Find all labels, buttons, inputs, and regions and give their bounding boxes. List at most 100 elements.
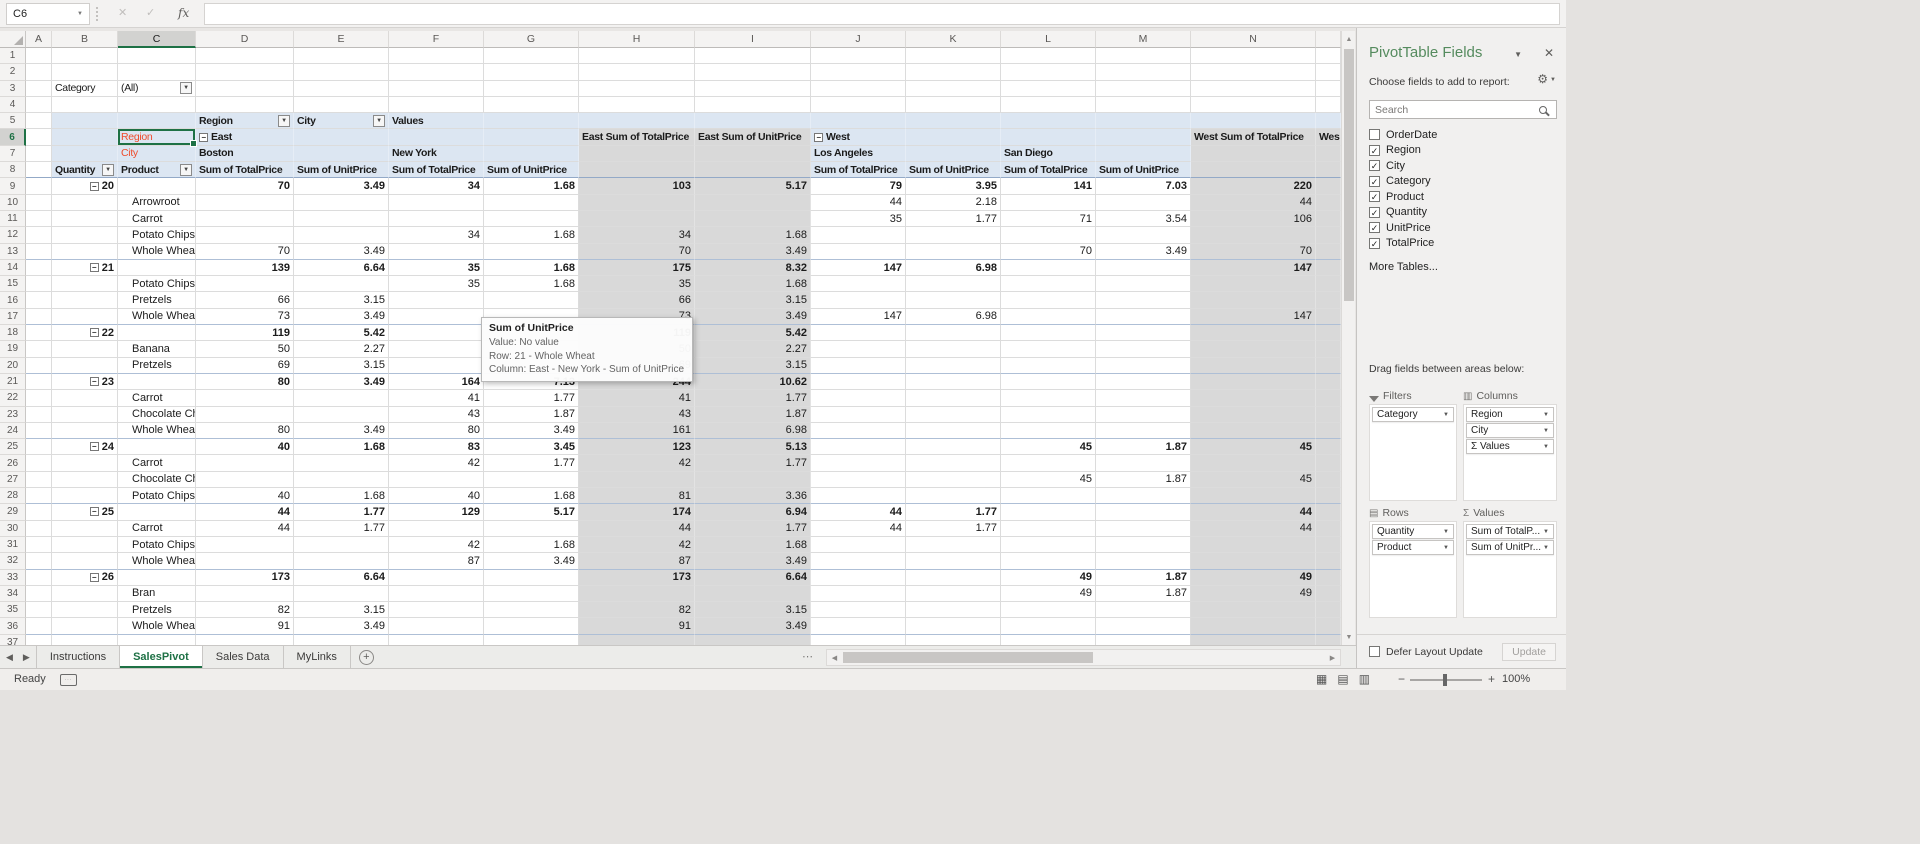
sheet-tab-sales-data[interactable]: Sales Data xyxy=(203,646,284,668)
cell-D36[interactable]: 91 xyxy=(196,618,294,635)
cell-K34[interactable] xyxy=(906,585,1001,603)
cell-L8[interactable]: Sum of TotalPrice xyxy=(1001,162,1096,179)
cell-K32[interactable] xyxy=(906,553,1001,570)
cell-K18[interactable] xyxy=(906,325,1001,342)
cell-L15[interactable] xyxy=(1001,276,1096,293)
cell-I30[interactable]: 1.77 xyxy=(695,520,811,537)
cell-N34[interactable]: 49 xyxy=(1191,585,1316,603)
cell-I9[interactable]: 5.17 xyxy=(695,178,811,195)
cell-A2[interactable] xyxy=(26,64,52,81)
cell-H28[interactable]: 81 xyxy=(579,488,695,505)
cell-E26[interactable] xyxy=(294,455,389,472)
cell-L37[interactable] xyxy=(1001,634,1096,645)
cell-C16[interactable]: Pretzels xyxy=(118,292,196,309)
cell-A19[interactable] xyxy=(26,341,52,358)
cell-L16[interactable] xyxy=(1001,292,1096,309)
scroll-down-icon[interactable]: ▼ xyxy=(1342,629,1356,645)
cell-B30[interactable] xyxy=(52,520,118,537)
cell-D1[interactable] xyxy=(196,48,294,65)
cell-O12[interactable] xyxy=(1316,227,1341,244)
field-item-UnitPrice[interactable]: UnitPrice xyxy=(1369,220,1557,236)
cell-H10[interactable] xyxy=(579,194,695,211)
cell-N9[interactable]: 220 xyxy=(1191,178,1316,195)
row-header-3[interactable]: 3 xyxy=(0,80,26,97)
cell-E1[interactable] xyxy=(294,48,389,65)
cell-D32[interactable] xyxy=(196,553,294,570)
cell-I16[interactable]: 3.15 xyxy=(695,292,811,309)
values-well[interactable]: Sum of TotalP... ▼ Sum of UnitPr... ▼ xyxy=(1463,521,1557,618)
cell-B25[interactable]: −24 xyxy=(52,439,118,456)
cell-O16[interactable] xyxy=(1316,292,1341,309)
cell-C25[interactable] xyxy=(118,439,196,456)
cell-N29[interactable]: 44 xyxy=(1191,504,1316,521)
cell-J36[interactable] xyxy=(811,618,906,635)
cell-D23[interactable] xyxy=(196,406,294,423)
cell-O29[interactable] xyxy=(1316,504,1341,521)
cell-M17[interactable] xyxy=(1096,308,1191,326)
cell-B19[interactable] xyxy=(52,341,118,358)
cell-A16[interactable] xyxy=(26,292,52,309)
cell-C15[interactable]: Potato Chips xyxy=(118,276,196,293)
cell-N11[interactable]: 106 xyxy=(1191,210,1316,228)
cell-N24[interactable] xyxy=(1191,422,1316,440)
cell-M9[interactable]: 7.03 xyxy=(1096,178,1191,195)
cell-B1[interactable] xyxy=(52,48,118,65)
row-header-37[interactable]: 37 xyxy=(0,634,26,645)
cell-I3[interactable] xyxy=(695,80,811,97)
cell-B32[interactable] xyxy=(52,553,118,570)
cell-N37[interactable] xyxy=(1191,634,1316,645)
cell-D16[interactable]: 66 xyxy=(196,292,294,309)
row-header-22[interactable]: 22 xyxy=(0,390,26,407)
cell-D18[interactable]: 119 xyxy=(196,325,294,342)
cell-O18[interactable] xyxy=(1316,325,1341,342)
chevron-down-icon[interactable]: ▼ xyxy=(1443,412,1449,418)
cell-I11[interactable] xyxy=(695,210,811,228)
cell-O31[interactable] xyxy=(1316,536,1341,554)
cell-O15[interactable] xyxy=(1316,276,1341,293)
cell-L6[interactable] xyxy=(1001,129,1096,146)
cell-C3[interactable]: (All) ▼ xyxy=(118,80,196,97)
cell-D31[interactable] xyxy=(196,536,294,554)
cell-O23[interactable] xyxy=(1316,406,1341,423)
cell-I35[interactable]: 3.15 xyxy=(695,602,811,619)
cell-B21[interactable]: −23 xyxy=(52,373,118,391)
cell-C19[interactable]: Banana xyxy=(118,341,196,358)
cell-N19[interactable] xyxy=(1191,341,1316,358)
cell-F34[interactable] xyxy=(389,585,484,603)
cell-A15[interactable] xyxy=(26,276,52,293)
filter-dropdown-icon[interactable]: ▼ xyxy=(373,114,385,127)
cell-O24[interactable] xyxy=(1316,422,1341,440)
cell-B3[interactable]: Category xyxy=(52,80,118,97)
column-header-A[interactable]: A xyxy=(26,31,52,48)
collapse-icon[interactable]: − xyxy=(89,377,99,387)
cell-N10[interactable]: 44 xyxy=(1191,194,1316,211)
cell-I22[interactable]: 1.77 xyxy=(695,390,811,407)
cell-H11[interactable] xyxy=(579,210,695,228)
cell-B8[interactable]: Quantity ▼ xyxy=(52,162,118,179)
cell-H36[interactable]: 91 xyxy=(579,618,695,635)
cell-A25[interactable] xyxy=(26,439,52,456)
cell-L19[interactable] xyxy=(1001,341,1096,358)
cell-J25[interactable] xyxy=(811,439,906,456)
cell-I32[interactable]: 3.49 xyxy=(695,553,811,570)
cell-O30[interactable] xyxy=(1316,520,1341,537)
cell-I37[interactable] xyxy=(695,634,811,645)
cell-O19[interactable] xyxy=(1316,341,1341,358)
cell-E7[interactable] xyxy=(294,145,389,163)
cell-F5[interactable]: Values xyxy=(389,113,484,130)
cell-B26[interactable] xyxy=(52,455,118,472)
cell-L24[interactable] xyxy=(1001,422,1096,440)
cell-A36[interactable] xyxy=(26,618,52,635)
cell-F36[interactable] xyxy=(389,618,484,635)
cell-E15[interactable] xyxy=(294,276,389,293)
cell-F29[interactable]: 129 xyxy=(389,504,484,521)
cell-B15[interactable] xyxy=(52,276,118,293)
row-header-30[interactable]: 30 xyxy=(0,520,26,537)
cell-N7[interactable] xyxy=(1191,145,1316,163)
cell-B34[interactable] xyxy=(52,585,118,603)
horizontal-scrollbar[interactable]: ◀ ▶ xyxy=(826,649,1341,666)
cell-B14[interactable]: −21 xyxy=(52,259,118,277)
cell-A20[interactable] xyxy=(26,357,52,374)
cell-L31[interactable] xyxy=(1001,536,1096,554)
cell-K5[interactable] xyxy=(906,113,1001,130)
